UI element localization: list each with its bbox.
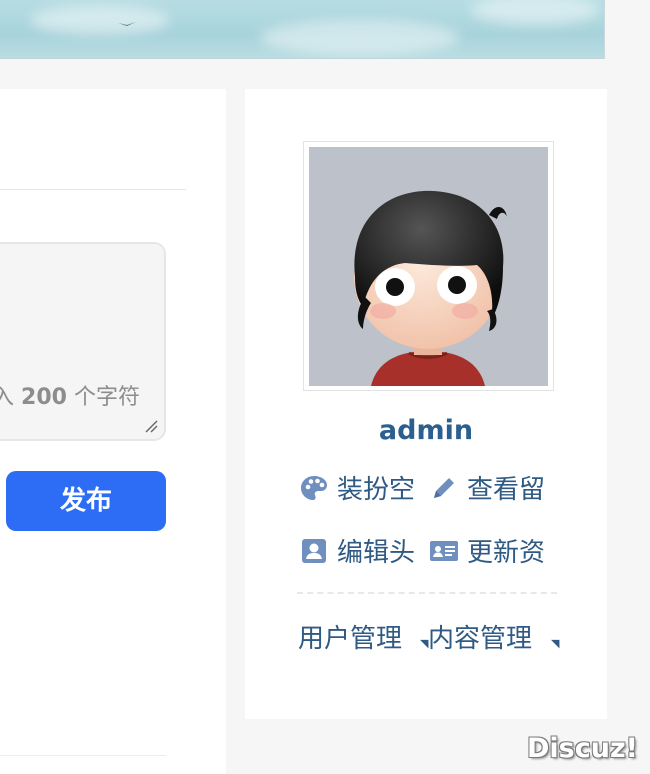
decorate-space-link[interactable]: 装扮空 [299, 469, 415, 506]
action-label: 更新资 [467, 538, 546, 568]
bird-icon [118, 22, 136, 26]
portrait-icon [302, 538, 326, 563]
profile-card: admin 装扮空 查看留 编辑头 更新资 用户管理 ◥ 内容管理 ◥ [245, 89, 607, 719]
update-profile-link[interactable]: 更新资 [429, 532, 545, 569]
resize-grip-icon[interactable] [144, 419, 158, 433]
char-hint-suffix: 个字符 [73, 385, 140, 410]
char-hint-prefix: 入 [0, 385, 15, 410]
palette-icon [301, 475, 327, 500]
action-label: 装扮空 [337, 475, 416, 505]
avatar [309, 147, 548, 386]
pencil-icon [434, 477, 454, 498]
action-label: 查看留 [467, 475, 546, 505]
status-composer: 入 200 个字符 发布 [0, 89, 226, 774]
divider [0, 755, 166, 756]
header-banner [0, 0, 605, 59]
publish-button[interactable]: 发布 [6, 471, 166, 531]
view-messages-link[interactable]: 查看留 [429, 469, 545, 506]
user-management-link[interactable]: 用户管理 [298, 618, 402, 655]
action-label: 编辑头 [337, 538, 416, 568]
discuz-watermark: Discuz! [527, 733, 638, 764]
char-hint-count: 200 [21, 385, 67, 410]
status-textarea[interactable] [0, 242, 166, 441]
char-limit-hint: 入 200 个字符 [0, 379, 140, 411]
edit-avatar-link[interactable]: 编辑头 [299, 532, 415, 569]
divider [0, 189, 186, 190]
id-card-icon [430, 540, 458, 561]
username-link[interactable]: admin [245, 415, 607, 446]
content-management-link[interactable]: 内容管理 [428, 618, 532, 655]
avatar-frame[interactable] [303, 141, 554, 391]
dropdown-arrow-icon: ◥ [551, 637, 560, 650]
divider [297, 592, 557, 594]
